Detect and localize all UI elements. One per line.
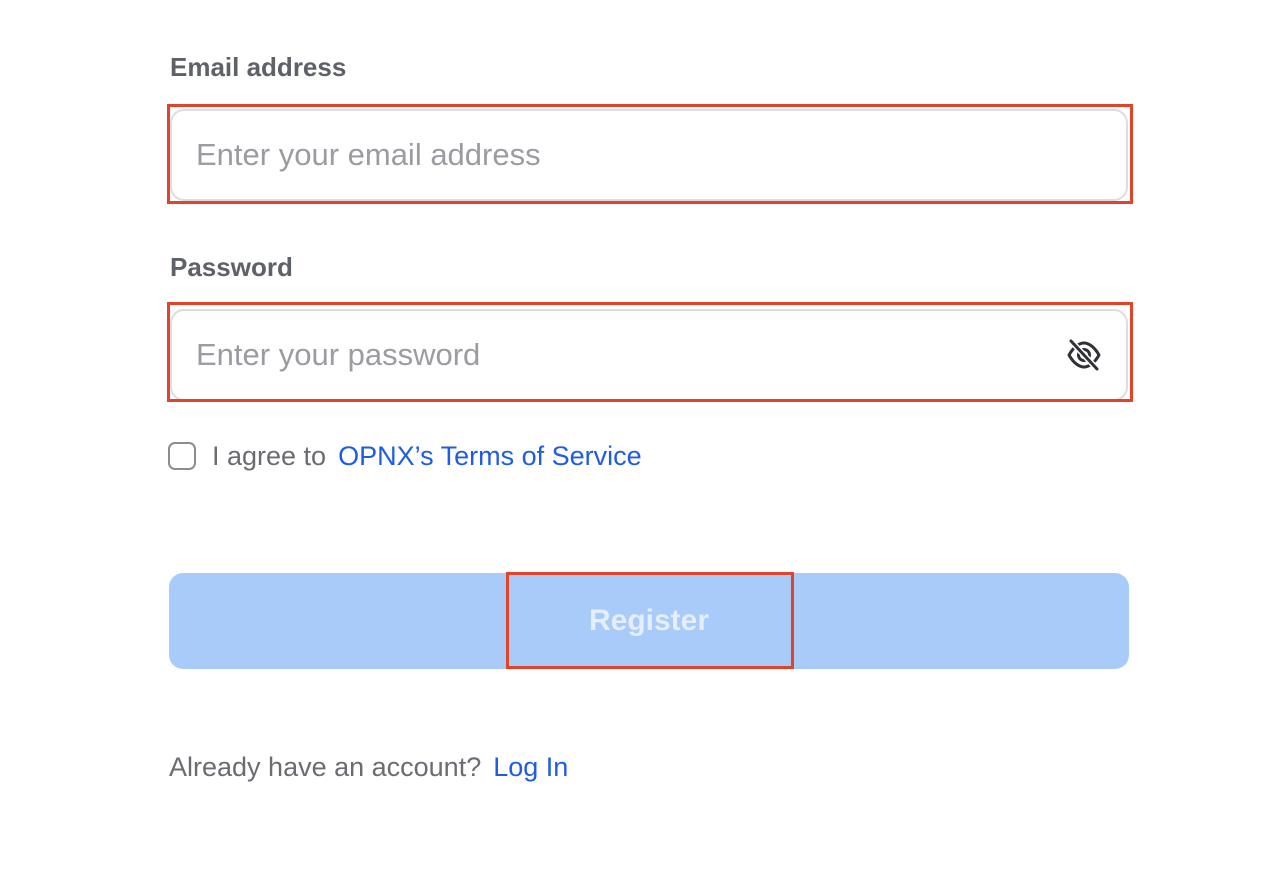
login-prompt: Already have an account? bbox=[169, 752, 482, 782]
login-link[interactable]: Log In bbox=[493, 752, 568, 783]
eye-off-icon[interactable] bbox=[1066, 338, 1102, 372]
password-field[interactable] bbox=[196, 311, 1036, 399]
email-field-container bbox=[170, 109, 1128, 201]
terms-text: I agree to bbox=[212, 440, 327, 471]
register-button[interactable]: Register bbox=[169, 573, 1129, 669]
email-field[interactable] bbox=[196, 111, 1036, 199]
terms-of-service-link[interactable]: OPNX’s Terms of Service bbox=[338, 441, 642, 472]
terms-checkbox[interactable] bbox=[168, 442, 196, 470]
email-label: Email address bbox=[170, 52, 347, 82]
terms-row: I agree to OPNX’s Terms of Service bbox=[168, 440, 642, 472]
password-label: Password bbox=[170, 252, 293, 282]
password-field-container bbox=[170, 309, 1128, 401]
login-row: Already have an account? Log In bbox=[169, 752, 568, 783]
